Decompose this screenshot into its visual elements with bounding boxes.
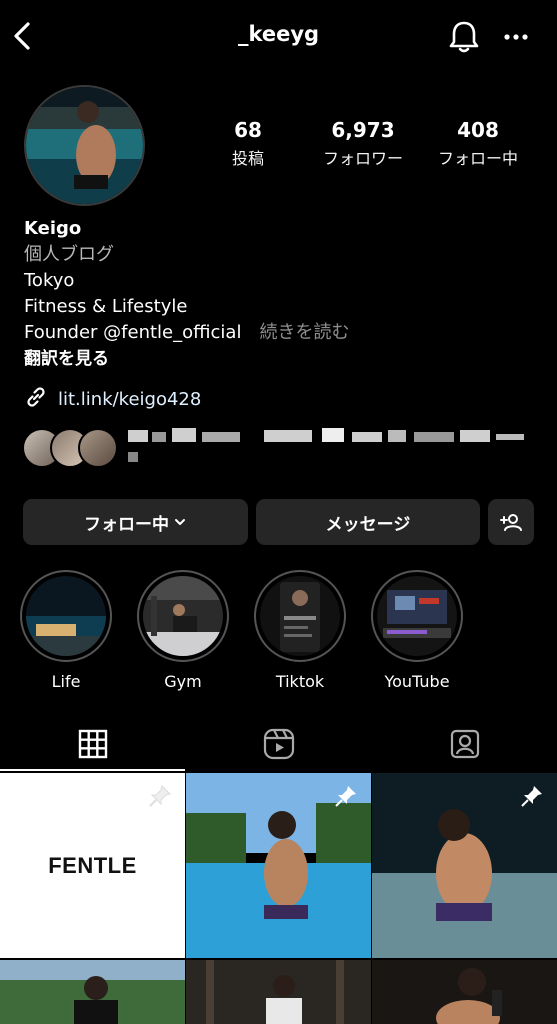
highlight-ring <box>371 570 463 662</box>
following-dropdown-button[interactable]: フォロー中 <box>23 499 248 545</box>
following-button-label: フォロー中 <box>84 514 169 535</box>
post-thumbnail[interactable] <box>186 960 371 1024</box>
profile-link-text: lit.link/keigo428 <box>58 388 202 410</box>
highlight-label: Tiktok <box>275 672 325 691</box>
message-button[interactable]: メッセージ <box>256 499 480 545</box>
highlight-label: Gym <box>164 672 202 691</box>
followed-by-avatars <box>22 428 122 470</box>
followed-by-row[interactable] <box>22 426 542 472</box>
post-thumbnail[interactable] <box>372 773 557 958</box>
link-icon <box>24 385 48 413</box>
tab-posts-grid[interactable] <box>0 717 185 771</box>
tab-reels[interactable] <box>186 717 371 771</box>
highlight-thumbnail <box>26 576 106 656</box>
message-button-label: メッセージ <box>325 514 411 535</box>
highlight-label: YouTube <box>384 672 450 691</box>
profile-category: 個人ブログ <box>24 244 114 265</box>
highlight-life[interactable]: Life <box>20 570 112 691</box>
more-options-icon[interactable] <box>500 26 532 48</box>
profile-stats: 68 投稿 6,973 フォロワー 408 フォロー中 <box>212 118 542 174</box>
posts-grid: FENTLE <box>0 773 557 1024</box>
followed-by-text-blurred <box>126 426 546 470</box>
story-highlights: Life Gym Tiktok YouTube <box>20 570 540 691</box>
highlight-ring <box>254 570 346 662</box>
tagged-person-icon <box>449 728 481 760</box>
followers-stat[interactable]: 6,973 フォロワー <box>308 118 418 169</box>
post-thumbnail[interactable] <box>0 960 185 1024</box>
highlight-thumbnail <box>260 576 340 656</box>
highlight-tiktok[interactable]: Tiktok <box>254 570 346 691</box>
tab-tagged[interactable] <box>372 717 557 771</box>
founder-text[interactable]: Founder @fentle_official <box>24 322 241 343</box>
profile-avatar[interactable] <box>24 85 145 206</box>
fentle-logo-text: FENTLE <box>48 852 137 878</box>
followers-label: フォロワー <box>322 149 403 168</box>
bio-line-founder: Founder @fentle_official 続きを読む <box>24 320 534 346</box>
highlight-label: Life <box>51 672 81 691</box>
pin-icon <box>333 783 359 809</box>
highlight-thumbnail <box>143 576 223 656</box>
highlight-youtube[interactable]: YouTube <box>371 570 463 691</box>
suggested-users-button[interactable] <box>488 499 534 545</box>
post-thumbnail[interactable] <box>372 960 557 1024</box>
profile-display-name: Keigo <box>24 218 82 239</box>
highlight-gym[interactable]: Gym <box>137 570 229 691</box>
bio-line-tagline: Fitness & Lifestyle <box>24 296 188 317</box>
grid-icon <box>78 729 108 759</box>
notification-bell-icon[interactable] <box>446 18 482 56</box>
posts-stat[interactable]: 68 投稿 <box>212 118 284 169</box>
pin-icon <box>519 783 545 809</box>
following-stat[interactable]: 408 フォロー中 <box>426 118 530 169</box>
post-thumbnail[interactable]: FENTLE <box>0 773 185 958</box>
posts-count: 68 <box>234 118 262 142</box>
bio-line-location: Tokyo <box>24 270 75 291</box>
reels-icon <box>263 728 295 760</box>
active-tab-underline <box>0 769 185 771</box>
following-count: 408 <box>457 118 499 142</box>
profile-bio: Keigo 個人ブログ Tokyo Fitness & Lifestyle Fo… <box>24 216 534 372</box>
highlight-ring <box>20 570 112 662</box>
post-thumbnail[interactable] <box>186 773 371 958</box>
profile-action-buttons: フォロー中 メッセージ <box>23 499 535 545</box>
highlight-thumbnail <box>377 576 457 656</box>
pin-icon <box>147 783 173 809</box>
top-bar: _keeyg <box>0 0 557 76</box>
add-person-icon <box>499 510 523 534</box>
read-more-link[interactable]: 続きを読む <box>259 322 349 343</box>
profile-link[interactable]: lit.link/keigo428 <box>24 386 201 412</box>
following-label: フォロー中 <box>437 149 518 168</box>
profile-tabs <box>0 717 557 771</box>
chevron-down-icon <box>173 515 187 529</box>
highlight-ring <box>137 570 229 662</box>
followers-count: 6,973 <box>331 118 395 142</box>
mini-avatar <box>78 428 118 468</box>
translate-link[interactable]: 翻訳を見る <box>24 346 534 372</box>
posts-label: 投稿 <box>231 149 264 168</box>
